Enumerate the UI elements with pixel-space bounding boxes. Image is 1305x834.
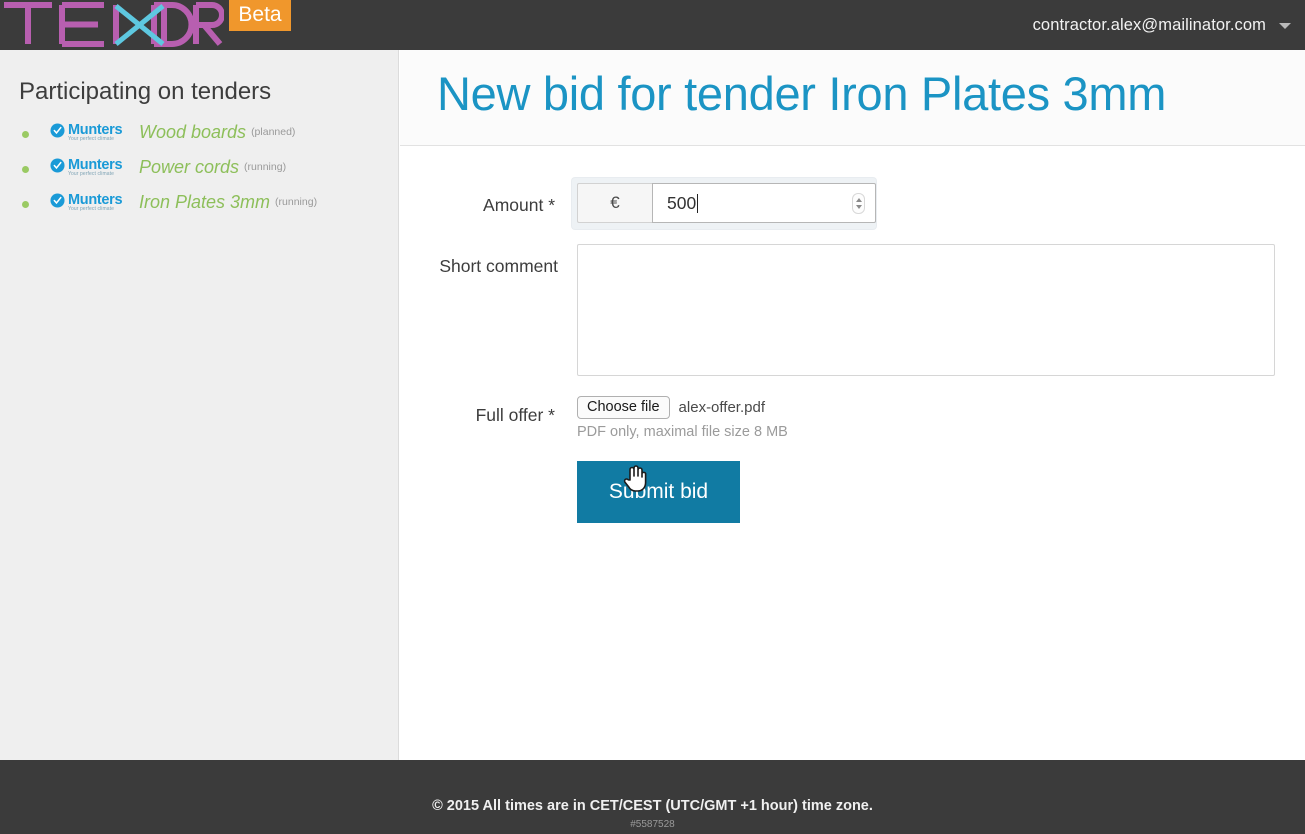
choose-file-button[interactable]: Choose file [577, 396, 670, 419]
munters-check-circle-icon [50, 192, 65, 208]
form-row-amount: Amount * € 500 [400, 178, 1305, 235]
sidebar-item-power-cords[interactable]: Munters Your perfect climate Power cords… [0, 157, 399, 192]
footer-copyright: © 2015 All times are in CET/CEST (UTC/GM… [432, 798, 873, 814]
sidebar-item-iron-plates-3mm[interactable]: Munters Your perfect climate Iron Plates… [0, 192, 399, 227]
munters-check-circle-icon [50, 122, 65, 138]
amount-value: 500 [667, 192, 697, 213]
munters-check-circle-icon [50, 157, 65, 173]
munters-tagline: Your perfect climate [68, 136, 115, 142]
user-account-menu[interactable]: contractor.alex@mailinator.com [1033, 0, 1291, 50]
amount-input-group: € 500 [577, 183, 876, 223]
tender-status: (planned) [251, 126, 296, 138]
tendr-logo[interactable]: Beta [0, 0, 291, 50]
full-offer-label: Full offer * [475, 405, 555, 425]
munters-logo: Munters Your perfect climate [50, 122, 133, 146]
sidebar: Participating on tenders Munters Your pe… [0, 50, 399, 760]
selected-file-name: alex-offer.pdf [678, 399, 765, 416]
amount-input[interactable]: 500 [652, 183, 876, 223]
munters-logo: Munters Your perfect climate [50, 192, 133, 216]
submit-area: Submit bid [577, 461, 740, 523]
tender-status: (running) [275, 196, 318, 208]
tender-name: Iron Plates 3mm [139, 192, 271, 212]
text-caret [697, 193, 699, 213]
file-upload-hint: PDF only, maximal file size 8 MB [577, 424, 788, 440]
submit-bid-button[interactable]: Submit bid [577, 461, 740, 523]
page-title: New bid for tender Iron Plates 3mm [437, 67, 1167, 120]
tender-status: (running) [244, 161, 287, 173]
sidebar-item-wood-boards[interactable]: Munters Your perfect climate Wood boards… [0, 122, 399, 157]
chevron-down-icon [1279, 23, 1291, 29]
short-comment-label: Short comment [439, 256, 558, 276]
number-spinner-icon[interactable] [852, 193, 865, 214]
spinner-down-arrow[interactable] [855, 205, 862, 209]
short-comment-textarea[interactable] [577, 244, 1275, 376]
munters-tagline: Your perfect climate [68, 206, 115, 212]
tender-name: Wood boards [139, 122, 247, 142]
tender-name: Power cords [139, 157, 240, 177]
bullet-icon [22, 166, 29, 173]
participating-tenders-list: Munters Your perfect climate Wood boards… [0, 122, 399, 227]
munters-tagline: Your perfect climate [68, 171, 115, 177]
spinner-up-arrow[interactable] [855, 198, 862, 202]
footer-build-number: #5587528 [630, 819, 675, 830]
main-content: New bid for tender Iron Plates 3mm Amoun… [400, 50, 1305, 760]
munters-logo: Munters Your perfect climate [50, 157, 133, 181]
amount-label: Amount * [483, 195, 555, 215]
beta-badge: Beta [229, 0, 291, 31]
sidebar-title: Participating on tenders [19, 78, 272, 105]
bullet-icon [22, 131, 29, 138]
bullet-icon [22, 201, 29, 208]
user-email-label: contractor.alex@mailinator.com [1032, 15, 1266, 34]
top-header-bar: Beta contractor.alex@mailinator.com [0, 0, 1305, 50]
file-upload-control: Choose file alex-offer.pdf PDF only, max… [577, 396, 788, 440]
tendr-logo-icon [4, 1, 224, 47]
page-footer: © 2015 All times are in CET/CEST (UTC/GM… [0, 760, 1305, 834]
currency-addon-euro: € [577, 183, 652, 223]
app-root: Beta contractor.alex@mailinator.com Part… [0, 0, 1305, 834]
page-header: New bid for tender Iron Plates 3mm [400, 50, 1305, 146]
